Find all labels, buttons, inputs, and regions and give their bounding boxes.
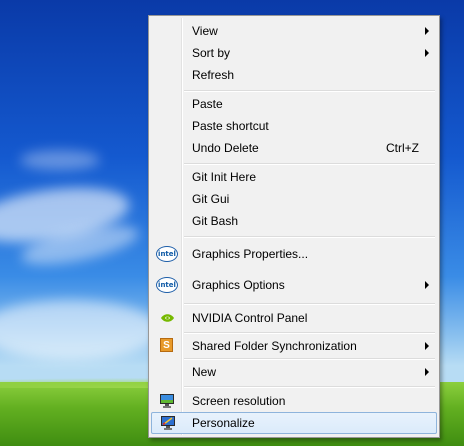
menu-item-git-init-here[interactable]: Git Init Here <box>151 166 437 188</box>
menu-item-graphics-properties[interactable]: intel Graphics Properties... <box>151 240 437 268</box>
menu-item-label: Sort by <box>192 46 231 60</box>
personalize-monitor-icon <box>157 415 179 431</box>
menu-separator <box>184 358 435 360</box>
menu-item-label: Git Gui <box>192 192 230 206</box>
menu-separator <box>184 236 435 238</box>
menu-separator <box>184 90 435 92</box>
desktop-context-menu: View Sort by Refresh Paste Paste shortcu… <box>148 15 440 438</box>
menu-item-nvidia-control-panel[interactable]: NVIDIA Control Panel <box>151 307 437 329</box>
menu-separator <box>184 303 435 305</box>
menu-separator <box>184 332 435 334</box>
menu-item-refresh[interactable]: Refresh <box>151 64 437 86</box>
menu-item-label: Git Init Here <box>192 170 257 184</box>
menu-item-git-bash[interactable]: Git Bash <box>151 210 437 232</box>
menu-item-label: Refresh <box>192 68 235 82</box>
menu-item-shortcut: Ctrl+Z <box>386 141 419 155</box>
menu-item-screen-resolution[interactable]: Screen resolution <box>151 390 437 412</box>
intel-icon: intel <box>156 246 178 262</box>
menu-item-label: Git Bash <box>192 214 239 228</box>
monitor-icon <box>156 393 178 409</box>
menu-separator <box>184 386 435 388</box>
menu-item-git-gui[interactable]: Git Gui <box>151 188 437 210</box>
menu-item-label: Personalize <box>192 416 255 430</box>
menu-item-paste[interactable]: Paste <box>151 93 437 115</box>
menu-item-label: NVIDIA Control Panel <box>192 311 308 325</box>
menu-item-new[interactable]: New <box>151 361 437 383</box>
menu-item-shared-folder-synchronization[interactable]: S Shared Folder Synchronization <box>151 335 437 357</box>
submenu-arrow-icon <box>425 49 429 57</box>
menu-item-label: Graphics Options <box>192 278 285 292</box>
shared-folder-sync-icon: S <box>156 338 178 354</box>
submenu-arrow-icon <box>425 281 429 289</box>
menu-item-graphics-options[interactable]: intel Graphics Options <box>151 270 437 300</box>
menu-item-label: View <box>192 24 218 38</box>
menu-item-label: Graphics Properties... <box>192 247 309 261</box>
submenu-arrow-icon <box>425 342 429 350</box>
menu-item-label: Shared Folder Synchronization <box>192 339 357 353</box>
submenu-arrow-icon <box>425 27 429 35</box>
nvidia-icon <box>156 310 178 326</box>
menu-item-label: Undo Delete <box>192 141 259 155</box>
submenu-arrow-icon <box>425 368 429 376</box>
intel-icon: intel <box>156 277 178 293</box>
menu-item-label: Screen resolution <box>192 394 286 408</box>
cloud <box>20 150 100 170</box>
menu-item-sort-by[interactable]: Sort by <box>151 42 437 64</box>
menu-item-label: Paste shortcut <box>192 119 269 133</box>
menu-item-undo-delete[interactable]: Undo Delete Ctrl+Z <box>151 137 437 159</box>
cloud <box>0 300 160 360</box>
menu-item-view[interactable]: View <box>151 20 437 42</box>
menu-item-label: New <box>192 365 217 379</box>
menu-item-label: Paste <box>192 97 223 111</box>
menu-item-personalize[interactable]: Personalize <box>151 412 437 434</box>
menu-item-paste-shortcut[interactable]: Paste shortcut <box>151 115 437 137</box>
menu-separator <box>184 163 435 165</box>
